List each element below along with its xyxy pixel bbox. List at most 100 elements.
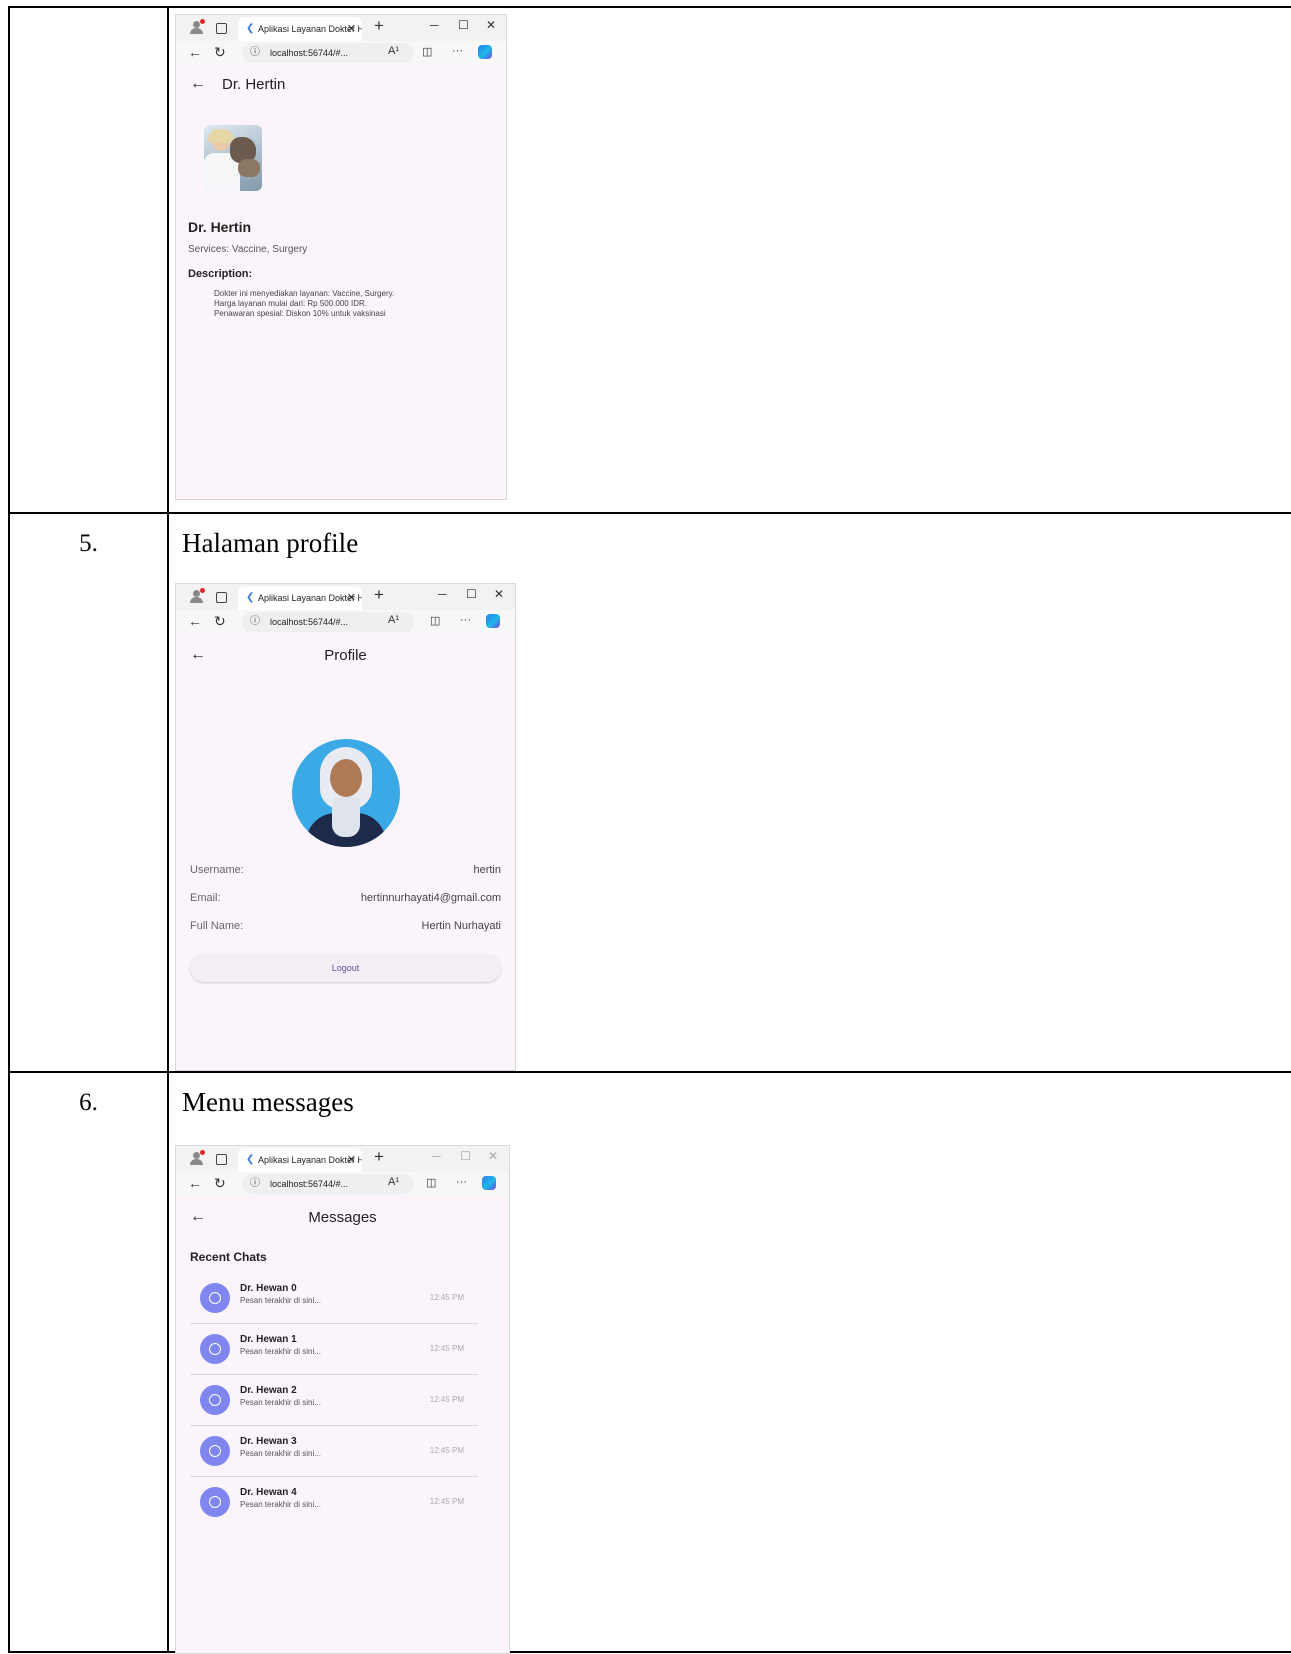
- site-info-icon[interactable]: ⓘ: [250, 43, 260, 63]
- chat-list-item[interactable]: Dr. Hewan 0 Pesan terakhir di sini... 12…: [190, 1273, 478, 1324]
- fullname-value: Hertin Nurhayati: [421, 920, 501, 932]
- new-tab-icon[interactable]: +: [374, 585, 384, 605]
- more-icon[interactable]: ···: [452, 45, 463, 57]
- maximize-icon[interactable]: ☐: [460, 1149, 471, 1163]
- chat-avatar: [200, 1385, 230, 1415]
- browser-tab[interactable]: ❮ Aplikasi Layanan Dokter H ✕: [238, 17, 362, 41]
- back-icon[interactable]: ←: [188, 1175, 202, 1191]
- copilot-icon[interactable]: [486, 614, 500, 628]
- back-arrow-icon[interactable]: ←: [190, 75, 206, 93]
- url-text: localhost:56744/#...: [270, 617, 349, 627]
- site-info-icon[interactable]: ⓘ: [250, 1174, 260, 1194]
- profile-icon[interactable]: [190, 588, 205, 604]
- column-divider: [167, 8, 169, 1651]
- refresh-icon[interactable]: ↻: [214, 44, 226, 61]
- chat-list-item[interactable]: Dr. Hewan 3 Pesan terakhir di sini... 12…: [190, 1426, 478, 1477]
- chat-time: 12:45 PM: [429, 1395, 464, 1404]
- copilot-icon[interactable]: [478, 45, 492, 59]
- site-info-icon[interactable]: ⓘ: [250, 612, 260, 632]
- profile-icon[interactable]: [190, 1150, 205, 1166]
- chat-avatar: [200, 1436, 230, 1466]
- document-table: 5. Halaman profile 6. Menu messages ❮ Ap…: [8, 6, 1291, 1654]
- close-window-icon[interactable]: ✕: [494, 587, 504, 601]
- messages-page: ← Messages Recent Chats Dr. Hewan 0 Pesa…: [176, 1196, 509, 1653]
- tab-actions-icon[interactable]: [216, 23, 227, 34]
- doctor-detail-page: ← Dr. Hertin Dr. Hertin Services: Vaccin…: [176, 65, 506, 499]
- chat-bubble-icon: [209, 1394, 221, 1406]
- row-title: Menu messages: [182, 1087, 354, 1117]
- row-divider: [10, 512, 1291, 514]
- description-text: Dokter ini menyediakan layanan: Vaccine,…: [214, 289, 394, 319]
- browser-tabbar: ❮ Aplikasi Layanan Dokter H ✕ + ─ ☐ ✕: [176, 15, 506, 41]
- chat-name: Dr. Hewan 3: [240, 1436, 297, 1447]
- row-divider: [10, 1071, 1291, 1073]
- read-aloud-icon[interactable]: A¹: [388, 614, 399, 626]
- chat-list-item[interactable]: Dr. Hewan 2 Pesan terakhir di sini... 12…: [190, 1375, 478, 1426]
- chat-preview: Pesan terakhir di sini...: [240, 1347, 321, 1356]
- minimize-icon[interactable]: ─: [430, 18, 439, 32]
- appbar-title: Dr. Hertin: [222, 76, 286, 93]
- doctor-services: Services: Vaccine, Surgery: [188, 244, 308, 255]
- minimize-icon[interactable]: ─: [438, 587, 447, 601]
- maximize-icon[interactable]: ☐: [458, 18, 469, 32]
- browser-tabbar: ❮ Aplikasi Layanan Dokter H ✕ + ─ ☐ ✕: [176, 1146, 509, 1172]
- chat-preview: Pesan terakhir di sini...: [240, 1449, 321, 1458]
- split-screen-icon[interactable]: ◫: [426, 1176, 436, 1189]
- browser-tabbar: ❮ Aplikasi Layanan Dokter H ✕ + ─ ☐ ✕: [176, 584, 515, 610]
- browser-window-profile: ❮ Aplikasi Layanan Dokter H ✕ + ─ ☐ ✕ ← …: [175, 583, 516, 1071]
- appbar-title: Profile: [324, 647, 367, 664]
- chat-preview: Pesan terakhir di sini...: [240, 1398, 321, 1407]
- chat-list-item[interactable]: Dr. Hewan 1 Pesan terakhir di sini... 12…: [190, 1324, 478, 1375]
- chat-time: 12:45 PM: [429, 1344, 464, 1353]
- split-screen-icon[interactable]: ◫: [422, 45, 432, 58]
- close-window-icon[interactable]: ✕: [486, 18, 496, 32]
- more-icon[interactable]: ···: [456, 1176, 467, 1188]
- close-tab-icon[interactable]: ✕: [347, 17, 356, 41]
- close-tab-icon[interactable]: ✕: [347, 586, 356, 610]
- row-number: 5.: [79, 530, 98, 557]
- doctor-name: Dr. Hertin: [188, 219, 252, 235]
- chat-name: Dr. Hewan 4: [240, 1487, 297, 1498]
- chat-bubble-icon: [209, 1343, 221, 1355]
- chat-bubble-icon: [209, 1445, 221, 1457]
- browser-tab[interactable]: ❮ Aplikasi Layanan Dokter H ✕: [238, 1148, 362, 1172]
- new-tab-icon[interactable]: +: [374, 1147, 384, 1167]
- refresh-icon[interactable]: ↻: [214, 1175, 226, 1192]
- chat-list-item[interactable]: Dr. Hewan 4 Pesan terakhir di sini... 12…: [190, 1477, 478, 1527]
- doctor-photo: [204, 125, 262, 191]
- maximize-icon[interactable]: ☐: [466, 587, 477, 601]
- url-text: localhost:56744/#...: [270, 48, 349, 58]
- profile-icon[interactable]: [190, 19, 205, 35]
- chat-bubble-icon: [209, 1496, 221, 1508]
- close-window-icon[interactable]: ✕: [488, 1149, 498, 1163]
- description-line: Penawaran spesial: Diskon 10% untuk vaks…: [214, 309, 386, 318]
- flutter-icon: ❮: [246, 1154, 255, 1165]
- chat-bubble-icon: [209, 1292, 221, 1304]
- description-heading: Description:: [188, 268, 253, 280]
- chat-time: 12:45 PM: [429, 1293, 464, 1302]
- refresh-icon[interactable]: ↻: [214, 613, 226, 630]
- back-icon[interactable]: ←: [188, 613, 202, 629]
- browser-tab[interactable]: ❮ Aplikasi Layanan Dokter H ✕: [238, 586, 362, 610]
- minimize-icon[interactable]: ─: [432, 1149, 441, 1163]
- more-icon[interactable]: ···: [460, 614, 471, 626]
- back-icon[interactable]: ←: [188, 44, 202, 60]
- logout-button[interactable]: Logout: [190, 954, 501, 982]
- email-label: Email:: [190, 892, 221, 904]
- read-aloud-icon[interactable]: A¹: [388, 45, 399, 57]
- username-label: Username:: [190, 864, 244, 876]
- tab-actions-icon[interactable]: [216, 592, 227, 603]
- copilot-icon[interactable]: [482, 1176, 496, 1190]
- fullname-label: Full Name:: [190, 920, 244, 932]
- read-aloud-icon[interactable]: A¹: [388, 1176, 399, 1188]
- tab-actions-icon[interactable]: [216, 1154, 227, 1165]
- close-tab-icon[interactable]: ✕: [347, 1148, 356, 1172]
- url-text: localhost:56744/#...: [270, 1179, 349, 1189]
- chat-preview: Pesan terakhir di sini...: [240, 1296, 321, 1305]
- new-tab-icon[interactable]: +: [374, 16, 384, 36]
- browser-addressbar: ← ↻ ⓘ localhost:56744/#... A¹ ◫ ···: [176, 41, 506, 65]
- appbar-title: Messages: [308, 1209, 377, 1226]
- chat-avatar: [200, 1334, 230, 1364]
- row-title: Halaman profile: [182, 528, 359, 558]
- split-screen-icon[interactable]: ◫: [430, 614, 440, 627]
